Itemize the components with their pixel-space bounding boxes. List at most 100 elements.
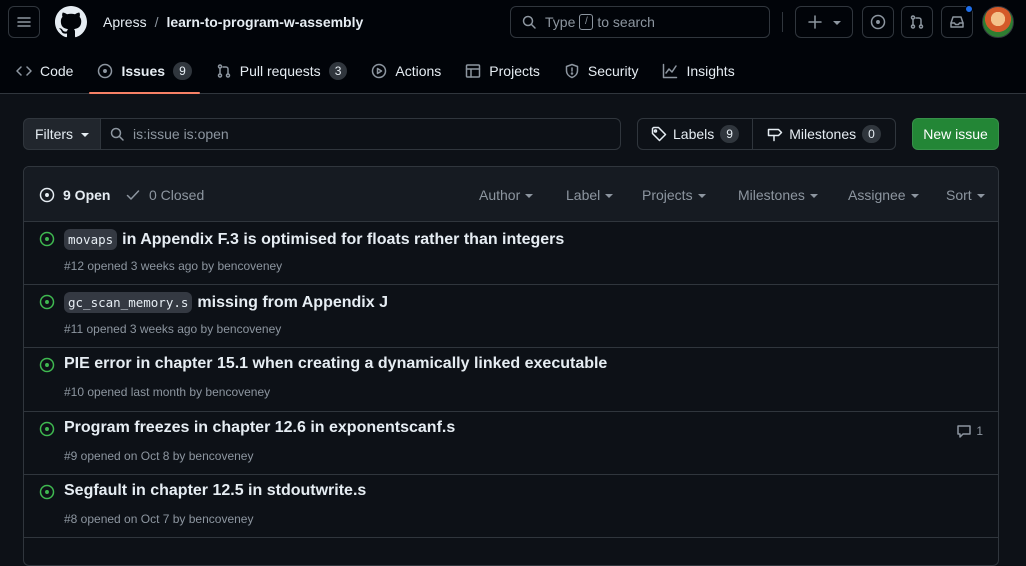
tab-actions[interactable]: Actions: [363, 48, 449, 94]
milestones-filter[interactable]: Milestones: [738, 167, 818, 222]
issue-search-field[interactable]: [100, 118, 621, 150]
graph-icon: [662, 63, 678, 79]
tab-issues[interactable]: Issues 9: [89, 48, 201, 94]
tab-label: Pull requests: [239, 63, 321, 79]
filters-button[interactable]: Filters: [23, 118, 101, 150]
open-issue-icon: [39, 421, 55, 437]
issue-comments-link[interactable]: 1: [956, 423, 983, 439]
search-prefix: Type: [545, 14, 576, 30]
projects-filter[interactable]: Projects: [642, 167, 706, 222]
labels-button[interactable]: Labels 9: [637, 118, 753, 150]
issue-title[interactable]: Segfault in chapter 12.5 in stdoutwrite.…: [64, 482, 366, 500]
issue-icon: [870, 14, 886, 30]
labels-counter: 9: [720, 125, 739, 143]
issue-row[interactable]: PIE error in chapter 15.1 when creating …: [24, 348, 998, 412]
issue-title[interactable]: PIE error in chapter 15.1 when creating …: [64, 355, 607, 373]
chevron-down-icon: [81, 133, 90, 137]
tab-code[interactable]: Code: [8, 48, 81, 94]
create-new-button[interactable]: [795, 6, 853, 38]
milestones-label: Milestones: [789, 126, 857, 142]
filter-label: Milestones: [738, 186, 805, 203]
search-shortcut-key: /: [579, 14, 594, 30]
issues-list: 9 Open 0 Closed Author Label Projects Mi…: [23, 166, 999, 566]
issue-meta: #12 opened 3 weeks ago by bencoveney: [64, 259, 283, 273]
closed-count-label: 0 Closed: [149, 186, 205, 203]
issues-shortcut-button[interactable]: [862, 6, 894, 38]
user-avatar[interactable]: [982, 6, 1014, 38]
issue-title[interactable]: movaps in Appendix F.3 is optimised for f…: [64, 229, 564, 250]
issue-icon: [97, 63, 113, 79]
issue-row[interactable]: Segfault in chapter 12.5 in stdoutwrite.…: [24, 475, 998, 538]
assignee-filter[interactable]: Assignee: [848, 167, 919, 222]
search-suffix: to search: [597, 14, 655, 30]
issue-meta: #8 opened on Oct 7 by bencoveney: [64, 512, 254, 526]
hamburger-icon: [17, 17, 31, 27]
tab-label: Issues: [121, 63, 166, 79]
repo-nav: Code Issues 9 Pull requests 3 Actions Pr…: [0, 48, 751, 94]
issues-list-header: 9 Open 0 Closed Author Label Projects Mi…: [24, 167, 998, 222]
filter-label: Projects: [642, 186, 693, 203]
search-icon: [110, 127, 124, 141]
header-divider: [782, 12, 783, 32]
comment-count: 1: [976, 424, 983, 438]
author-filter[interactable]: Author: [479, 167, 534, 222]
filters-label: Filters: [34, 126, 74, 142]
tab-label: Security: [587, 63, 639, 79]
breadcrumb-repo[interactable]: learn-to-program-w-assembly: [166, 14, 363, 30]
tab-counter: 3: [328, 62, 348, 80]
new-issue-button[interactable]: New issue: [912, 118, 999, 150]
tab-label: Code: [40, 63, 74, 79]
breadcrumb-owner[interactable]: Apress: [103, 14, 147, 30]
comment-icon: [957, 425, 972, 438]
issue-row[interactable]: gc_scan_memory.s missing from Appendix J …: [24, 285, 998, 348]
open-count-label: 9 Open: [63, 186, 111, 203]
labels-label: Labels: [673, 126, 715, 142]
notification-indicator: [965, 5, 973, 13]
tab-pull-requests[interactable]: Pull requests 3: [208, 48, 356, 94]
tag-icon: [651, 126, 667, 142]
open-issue-icon: [39, 484, 55, 500]
issue-row[interactable]: Program freezes in chapter 12.6 in expon…: [24, 412, 998, 475]
tab-label: Actions: [395, 63, 442, 79]
issue-search-input[interactable]: [133, 126, 533, 142]
issue-title[interactable]: gc_scan_memory.s missing from Appendix J: [64, 292, 388, 313]
tab-label: Insights: [686, 63, 735, 79]
issue-title-text: in Appendix F.3 is optimised for floats …: [122, 230, 565, 248]
pull-requests-shortcut-button[interactable]: [901, 6, 933, 38]
menu-button[interactable]: [8, 6, 40, 38]
open-issue-icon: [39, 294, 55, 310]
global-search-input[interactable]: Type / to search: [510, 6, 770, 38]
issue-title-text: PIE error in chapter 15.1 when creating …: [64, 355, 608, 372]
chevron-down-icon: [809, 193, 818, 198]
chevron-down-icon: [525, 193, 534, 198]
tab-label: Projects: [489, 63, 540, 79]
chevron-down-icon: [697, 193, 706, 198]
shield-icon: [564, 63, 580, 79]
filter-label: Assignee: [848, 186, 906, 203]
issue-title-text: Segfault in chapter 12.5 in stdoutwrite.…: [64, 482, 367, 499]
chevron-down-icon: [910, 193, 919, 198]
issue-title-text: missing from Appendix J: [197, 293, 388, 311]
label-filter[interactable]: Label: [566, 167, 614, 222]
open-issues-toggle[interactable]: 9 Open: [39, 167, 110, 222]
pull-request-icon: [216, 63, 232, 79]
github-logo-icon[interactable]: [55, 6, 87, 38]
issue-meta: #9 opened on Oct 8 by bencoveney: [64, 449, 254, 463]
search-icon: [522, 15, 536, 29]
issue-title[interactable]: Program freezes in chapter 12.6 in expon…: [64, 419, 455, 437]
tab-insights[interactable]: Insights: [654, 48, 742, 94]
tab-projects[interactable]: Projects: [457, 48, 548, 94]
tab-counter: 9: [173, 62, 192, 80]
tab-security[interactable]: Security: [556, 48, 647, 94]
milestones-button[interactable]: Milestones 0: [752, 118, 896, 150]
code-icon: [16, 63, 32, 79]
sort-filter[interactable]: Sort: [946, 167, 985, 222]
chevron-down-icon: [833, 21, 841, 25]
issue-row[interactable]: movaps in Appendix F.3 is optimised for f…: [24, 222, 998, 285]
table-icon: [465, 63, 481, 79]
open-issue-icon: [39, 231, 55, 247]
check-icon: [125, 187, 141, 203]
breadcrumb-separator: /: [154, 14, 159, 30]
play-icon: [371, 63, 387, 79]
closed-issues-toggle[interactable]: 0 Closed: [125, 167, 204, 222]
